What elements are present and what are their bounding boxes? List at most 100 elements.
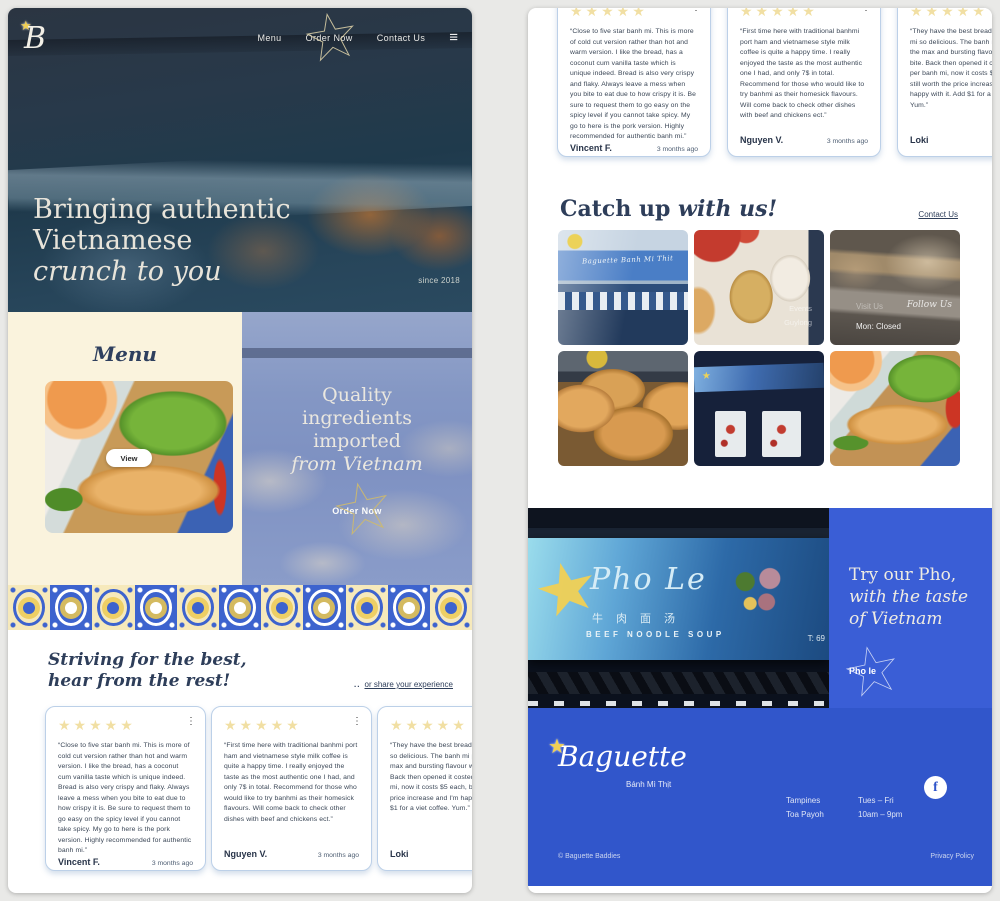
review-time: 3 months ago — [318, 852, 359, 859]
review-text: “Close to five star banh mi. This is mor… — [570, 27, 698, 143]
star-rating: ★★★★★ — [740, 8, 868, 19]
review-cards-row: ★★★★★ ⋮ “Close to five star banh mi. Thi… — [557, 8, 992, 157]
menu-column: Menu View — [8, 312, 242, 585]
quality-heading: Quality ingredients imported from Vietna… — [242, 312, 472, 476]
review-text: “First time here with traditional banhmi… — [224, 741, 359, 825]
location-item[interactable]: Tampines — [786, 794, 824, 808]
review-author: Nguyen V. — [224, 849, 267, 859]
tile-blue — [388, 585, 430, 630]
tile-cream — [92, 585, 134, 630]
main-nav: Menu Order Now Contact Us ≡ — [257, 32, 458, 44]
lantern-caption: Events — [789, 304, 812, 313]
kebab-menu-icon[interactable]: ⋮ — [186, 716, 196, 727]
review-author: Loki — [910, 135, 929, 145]
star-icon: ★ — [20, 18, 32, 34]
hero-section: ★ B Menu Order Now Contact Us ≡ Bringing… — [8, 8, 472, 312]
tile-blue — [303, 585, 345, 630]
site-logo[interactable]: ★ B — [24, 24, 46, 54]
star-rating: ★★★★★ — [224, 717, 359, 733]
pho-section: Pho Le 牛肉面汤 BEEF NOODLE SOUP T: 69 Try o… — [528, 508, 992, 708]
review-author: Loki — [390, 849, 409, 859]
awning-stripes — [528, 672, 829, 694]
pho-sign: Pho Le 牛肉面汤 BEEF NOODLE SOUP T: 69 — [528, 538, 829, 660]
gallery-storefront-night[interactable]: ★ — [694, 351, 824, 466]
gallery-drink-cups[interactable]: Visit Us Follow Us Mon: Closed — [830, 230, 960, 345]
pho-sign-subtitle: BEEF NOODLE SOUP — [586, 630, 725, 639]
site-footer: ★ Baguette Bánh Mì Thịt Tampines Toa Pay… — [528, 708, 992, 886]
review-time: 3 months ago — [657, 146, 698, 153]
gallery-lanterns[interactable]: Events Guylong — [694, 230, 824, 345]
tile-cream — [346, 585, 388, 630]
kebab-menu-icon[interactable]: ⋮ — [861, 8, 871, 13]
pho-sign-phone: T: 69 — [808, 634, 825, 643]
gallery-banh-mi[interactable] — [830, 351, 960, 466]
awning-sign-text: Baguette Banh Mi Thit — [582, 254, 674, 265]
gallery-storefront-awning[interactable]: Baguette Banh Mi Thit — [558, 230, 688, 345]
tile-cream — [177, 585, 219, 630]
storefront-window — [715, 411, 746, 457]
since-label: since 2018 — [418, 276, 460, 285]
storefront-banner: ★ — [694, 363, 824, 393]
footer-logo: ★ Baguette — [558, 742, 687, 772]
browser-panel-bottom: ★★★★★ ⋮ “Close to five star banh mi. Thi… — [528, 8, 992, 893]
review-text: “They have the best bread and the banh m… — [910, 27, 992, 111]
lantern-caption: Guylong — [784, 318, 812, 327]
review-card: ★★★★★ ⋮ “First time here with traditiona… — [211, 706, 372, 871]
review-card: ★★★★★ ⋮ “They have the best bread and th… — [897, 8, 992, 157]
nav-order-now[interactable]: Order Now — [306, 33, 353, 43]
star-rating: ★★★★★ — [910, 8, 992, 19]
facebook-icon[interactable]: f — [924, 776, 947, 799]
site-header: ★ B Menu Order Now Contact Us ≡ — [8, 22, 472, 62]
review-author: Nguyen V. — [740, 135, 783, 145]
pho-sign-chinese: 牛肉面汤 — [592, 610, 688, 626]
star-rating: ★★★★★ — [390, 717, 472, 733]
menu-title: Menu — [8, 342, 242, 366]
hours-time: 10am – 9pm — [858, 808, 902, 822]
star-rating: ★★★★★ — [58, 717, 193, 733]
footer-brand-subtitle: Bánh Mì Thịt — [626, 780, 671, 789]
star-icon: ★ — [702, 370, 711, 381]
banh-mi-photo[interactable]: View — [45, 381, 233, 533]
kebab-menu-icon[interactable]: ⋮ — [691, 8, 701, 13]
review-card: ★★★★★ ⋮ “Close to five star banh mi. Thi… — [45, 706, 206, 871]
browser-panel-top: ★ B Menu Order Now Contact Us ≡ Bringing… — [8, 8, 472, 893]
footer-hours: Tues – Fri 10am – 9pm — [858, 794, 902, 822]
nav-contact-us[interactable]: Contact Us — [377, 33, 426, 43]
pho-le-button[interactable]: Pho le — [849, 666, 876, 676]
tile-pattern-strip — [8, 585, 472, 630]
pho-storefront-photo: Pho Le 牛肉面汤 BEEF NOODLE SOUP T: 69 — [528, 508, 829, 708]
hours-days: Tues – Fri — [858, 794, 902, 808]
pho-cta-panel: Try our Pho, with the taste of Vietnam P… — [829, 508, 992, 708]
contact-us-link[interactable]: Contact Us — [918, 210, 958, 219]
review-card: ★★★★★ ⋮ “They have the best bread and th… — [377, 706, 472, 871]
nav-menu[interactable]: Menu — [257, 33, 281, 43]
review-cards-row: ★★★★★ ⋮ “Close to five star banh mi. Thi… — [45, 706, 472, 871]
order-now-button[interactable]: Order Now — [332, 506, 382, 516]
hero-title: Bringing authentic Vietnamese crunch to … — [33, 194, 291, 287]
footer-locations: Tampines Toa Payoh — [786, 794, 824, 822]
fence-detail — [528, 701, 829, 706]
pho-bowl-photo — [719, 552, 801, 630]
awning-stripes — [558, 292, 688, 310]
photo-gallery: Baguette Banh Mi Thit Events Guylong Vis… — [558, 230, 960, 466]
review-card: ★★★★★ ⋮ “Close to five star banh mi. Thi… — [557, 8, 711, 157]
pho-sign-name: Pho Le — [590, 562, 707, 597]
privacy-policy-link[interactable]: Privacy Policy — [930, 853, 974, 860]
pho-heading: Try our Pho, with the taste of Vietnam — [849, 564, 968, 630]
menu-quality-section: Menu View Quality ingredients imported f… — [8, 312, 472, 585]
star-rating: ★★★★★ — [570, 8, 698, 19]
review-text: “They have the best bread and the banh m… — [390, 741, 472, 815]
gallery-bread-loaves[interactable] — [558, 351, 688, 466]
footer-brand-name: Baguette — [558, 740, 687, 773]
review-card: ★★★★★ ⋮ “First time here with traditiona… — [727, 8, 881, 157]
kebab-menu-icon[interactable]: ⋮ — [352, 716, 362, 727]
tile-cream — [430, 585, 472, 630]
reviews-heading: Striving for the best, hear from the res… — [48, 650, 247, 692]
review-text: “First time here with traditional banhmi… — [740, 27, 868, 122]
hamburger-menu-icon[interactable]: ≡ — [449, 32, 458, 44]
copyright-text: © Baguette Baddies — [558, 853, 620, 860]
location-item[interactable]: Toa Payoh — [786, 808, 824, 822]
view-button[interactable]: View — [106, 449, 152, 467]
star-icon: ★ — [548, 734, 566, 759]
follow-us-caption: Follow Us — [907, 300, 952, 310]
